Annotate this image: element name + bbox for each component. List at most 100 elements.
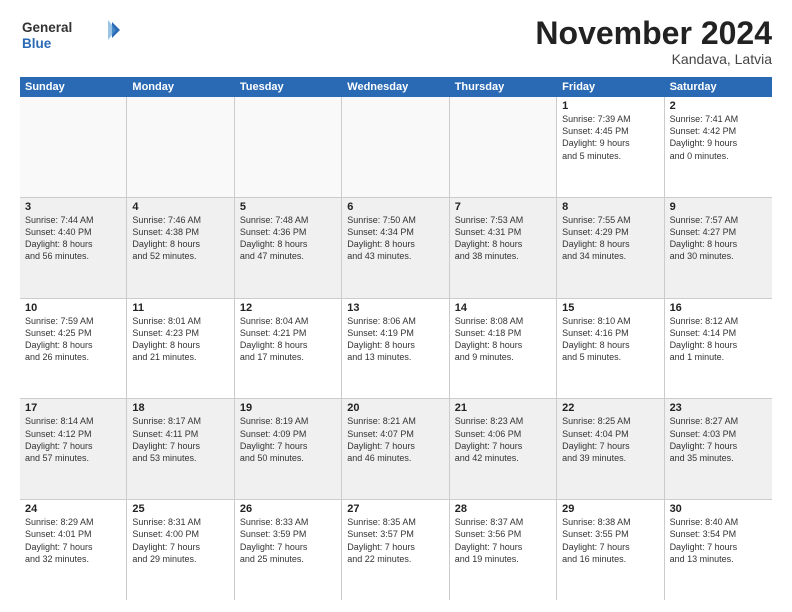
day-cell: 4Sunrise: 7:46 AM Sunset: 4:38 PM Daylig… [127,198,234,298]
weekday-header: Tuesday [235,77,342,97]
day-number: 28 [455,503,551,515]
day-cell: 6Sunrise: 7:50 AM Sunset: 4:34 PM Daylig… [342,198,449,298]
day-info: Sunrise: 7:57 AM Sunset: 4:27 PM Dayligh… [670,214,767,263]
day-number: 9 [670,201,767,213]
page: General Blue November 2024 Kandava, Latv… [0,0,792,612]
day-info: Sunrise: 8:29 AM Sunset: 4:01 PM Dayligh… [25,516,121,565]
day-cell: 2Sunrise: 7:41 AM Sunset: 4:42 PM Daylig… [665,97,772,197]
day-number: 8 [562,201,658,213]
weekday-header: Wednesday [342,77,449,97]
day-info: Sunrise: 7:46 AM Sunset: 4:38 PM Dayligh… [132,214,228,263]
day-cell: 28Sunrise: 8:37 AM Sunset: 3:56 PM Dayli… [450,500,557,600]
day-info: Sunrise: 8:12 AM Sunset: 4:14 PM Dayligh… [670,315,767,364]
day-info: Sunrise: 8:23 AM Sunset: 4:06 PM Dayligh… [455,415,551,464]
day-info: Sunrise: 8:38 AM Sunset: 3:55 PM Dayligh… [562,516,658,565]
calendar-row: 3Sunrise: 7:44 AM Sunset: 4:40 PM Daylig… [20,198,772,299]
day-info: Sunrise: 7:39 AM Sunset: 4:45 PM Dayligh… [562,113,658,162]
day-number: 2 [670,100,767,112]
day-cell: 8Sunrise: 7:55 AM Sunset: 4:29 PM Daylig… [557,198,664,298]
day-number: 29 [562,503,658,515]
day-cell: 12Sunrise: 8:04 AM Sunset: 4:21 PM Dayli… [235,299,342,399]
logo-svg: General Blue [20,16,120,61]
day-number: 25 [132,503,228,515]
empty-cell [127,97,234,197]
day-number: 1 [562,100,658,112]
calendar-row: 1Sunrise: 7:39 AM Sunset: 4:45 PM Daylig… [20,97,772,198]
day-number: 4 [132,201,228,213]
day-cell: 13Sunrise: 8:06 AM Sunset: 4:19 PM Dayli… [342,299,449,399]
day-number: 17 [25,402,121,414]
day-cell: 11Sunrise: 8:01 AM Sunset: 4:23 PM Dayli… [127,299,234,399]
weekday-header: Thursday [450,77,557,97]
day-number: 12 [240,302,336,314]
day-info: Sunrise: 8:17 AM Sunset: 4:11 PM Dayligh… [132,415,228,464]
day-info: Sunrise: 8:40 AM Sunset: 3:54 PM Dayligh… [670,516,767,565]
day-number: 21 [455,402,551,414]
day-number: 6 [347,201,443,213]
day-info: Sunrise: 8:10 AM Sunset: 4:16 PM Dayligh… [562,315,658,364]
location: Kandava, Latvia [535,51,772,67]
day-number: 24 [25,503,121,515]
day-cell: 9Sunrise: 7:57 AM Sunset: 4:27 PM Daylig… [665,198,772,298]
day-cell: 21Sunrise: 8:23 AM Sunset: 4:06 PM Dayli… [450,399,557,499]
day-number: 19 [240,402,336,414]
empty-cell [20,97,127,197]
day-info: Sunrise: 7:53 AM Sunset: 4:31 PM Dayligh… [455,214,551,263]
day-cell: 26Sunrise: 8:33 AM Sunset: 3:59 PM Dayli… [235,500,342,600]
day-number: 23 [670,402,767,414]
day-cell: 15Sunrise: 8:10 AM Sunset: 4:16 PM Dayli… [557,299,664,399]
calendar: SundayMondayTuesdayWednesdayThursdayFrid… [20,77,772,600]
day-cell: 24Sunrise: 8:29 AM Sunset: 4:01 PM Dayli… [20,500,127,600]
calendar-row: 17Sunrise: 8:14 AM Sunset: 4:12 PM Dayli… [20,399,772,500]
day-info: Sunrise: 8:31 AM Sunset: 4:00 PM Dayligh… [132,516,228,565]
day-info: Sunrise: 8:06 AM Sunset: 4:19 PM Dayligh… [347,315,443,364]
day-info: Sunrise: 7:41 AM Sunset: 4:42 PM Dayligh… [670,113,767,162]
month-title: November 2024 [535,16,772,51]
day-info: Sunrise: 7:59 AM Sunset: 4:25 PM Dayligh… [25,315,121,364]
day-info: Sunrise: 8:35 AM Sunset: 3:57 PM Dayligh… [347,516,443,565]
weekday-header: Sunday [20,77,127,97]
day-info: Sunrise: 8:37 AM Sunset: 3:56 PM Dayligh… [455,516,551,565]
day-cell: 17Sunrise: 8:14 AM Sunset: 4:12 PM Dayli… [20,399,127,499]
day-info: Sunrise: 8:33 AM Sunset: 3:59 PM Dayligh… [240,516,336,565]
day-info: Sunrise: 7:44 AM Sunset: 4:40 PM Dayligh… [25,214,121,263]
day-cell: 20Sunrise: 8:21 AM Sunset: 4:07 PM Dayli… [342,399,449,499]
day-number: 27 [347,503,443,515]
day-number: 16 [670,302,767,314]
day-info: Sunrise: 8:21 AM Sunset: 4:07 PM Dayligh… [347,415,443,464]
day-info: Sunrise: 8:14 AM Sunset: 4:12 PM Dayligh… [25,415,121,464]
day-cell: 14Sunrise: 8:08 AM Sunset: 4:18 PM Dayli… [450,299,557,399]
day-number: 10 [25,302,121,314]
calendar-row: 10Sunrise: 7:59 AM Sunset: 4:25 PM Dayli… [20,299,772,400]
day-info: Sunrise: 8:27 AM Sunset: 4:03 PM Dayligh… [670,415,767,464]
day-info: Sunrise: 8:25 AM Sunset: 4:04 PM Dayligh… [562,415,658,464]
day-cell: 30Sunrise: 8:40 AM Sunset: 3:54 PM Dayli… [665,500,772,600]
day-info: Sunrise: 8:19 AM Sunset: 4:09 PM Dayligh… [240,415,336,464]
day-number: 5 [240,201,336,213]
day-cell: 3Sunrise: 7:44 AM Sunset: 4:40 PM Daylig… [20,198,127,298]
day-number: 13 [347,302,443,314]
day-info: Sunrise: 7:55 AM Sunset: 4:29 PM Dayligh… [562,214,658,263]
logo: General Blue [20,16,120,61]
day-number: 18 [132,402,228,414]
day-cell: 29Sunrise: 8:38 AM Sunset: 3:55 PM Dayli… [557,500,664,600]
day-info: Sunrise: 8:08 AM Sunset: 4:18 PM Dayligh… [455,315,551,364]
day-cell: 25Sunrise: 8:31 AM Sunset: 4:00 PM Dayli… [127,500,234,600]
empty-cell [342,97,449,197]
weekday-header: Monday [127,77,234,97]
day-cell: 18Sunrise: 8:17 AM Sunset: 4:11 PM Dayli… [127,399,234,499]
day-cell: 23Sunrise: 8:27 AM Sunset: 4:03 PM Dayli… [665,399,772,499]
day-number: 20 [347,402,443,414]
calendar-header: SundayMondayTuesdayWednesdayThursdayFrid… [20,77,772,97]
svg-text:Blue: Blue [22,36,52,51]
day-number: 22 [562,402,658,414]
day-cell: 19Sunrise: 8:19 AM Sunset: 4:09 PM Dayli… [235,399,342,499]
calendar-row: 24Sunrise: 8:29 AM Sunset: 4:01 PM Dayli… [20,500,772,600]
day-number: 14 [455,302,551,314]
title-block: November 2024 Kandava, Latvia [535,16,772,67]
svg-text:General: General [22,20,72,35]
day-cell: 1Sunrise: 7:39 AM Sunset: 4:45 PM Daylig… [557,97,664,197]
day-info: Sunrise: 8:04 AM Sunset: 4:21 PM Dayligh… [240,315,336,364]
day-info: Sunrise: 7:50 AM Sunset: 4:34 PM Dayligh… [347,214,443,263]
day-cell: 16Sunrise: 8:12 AM Sunset: 4:14 PM Dayli… [665,299,772,399]
